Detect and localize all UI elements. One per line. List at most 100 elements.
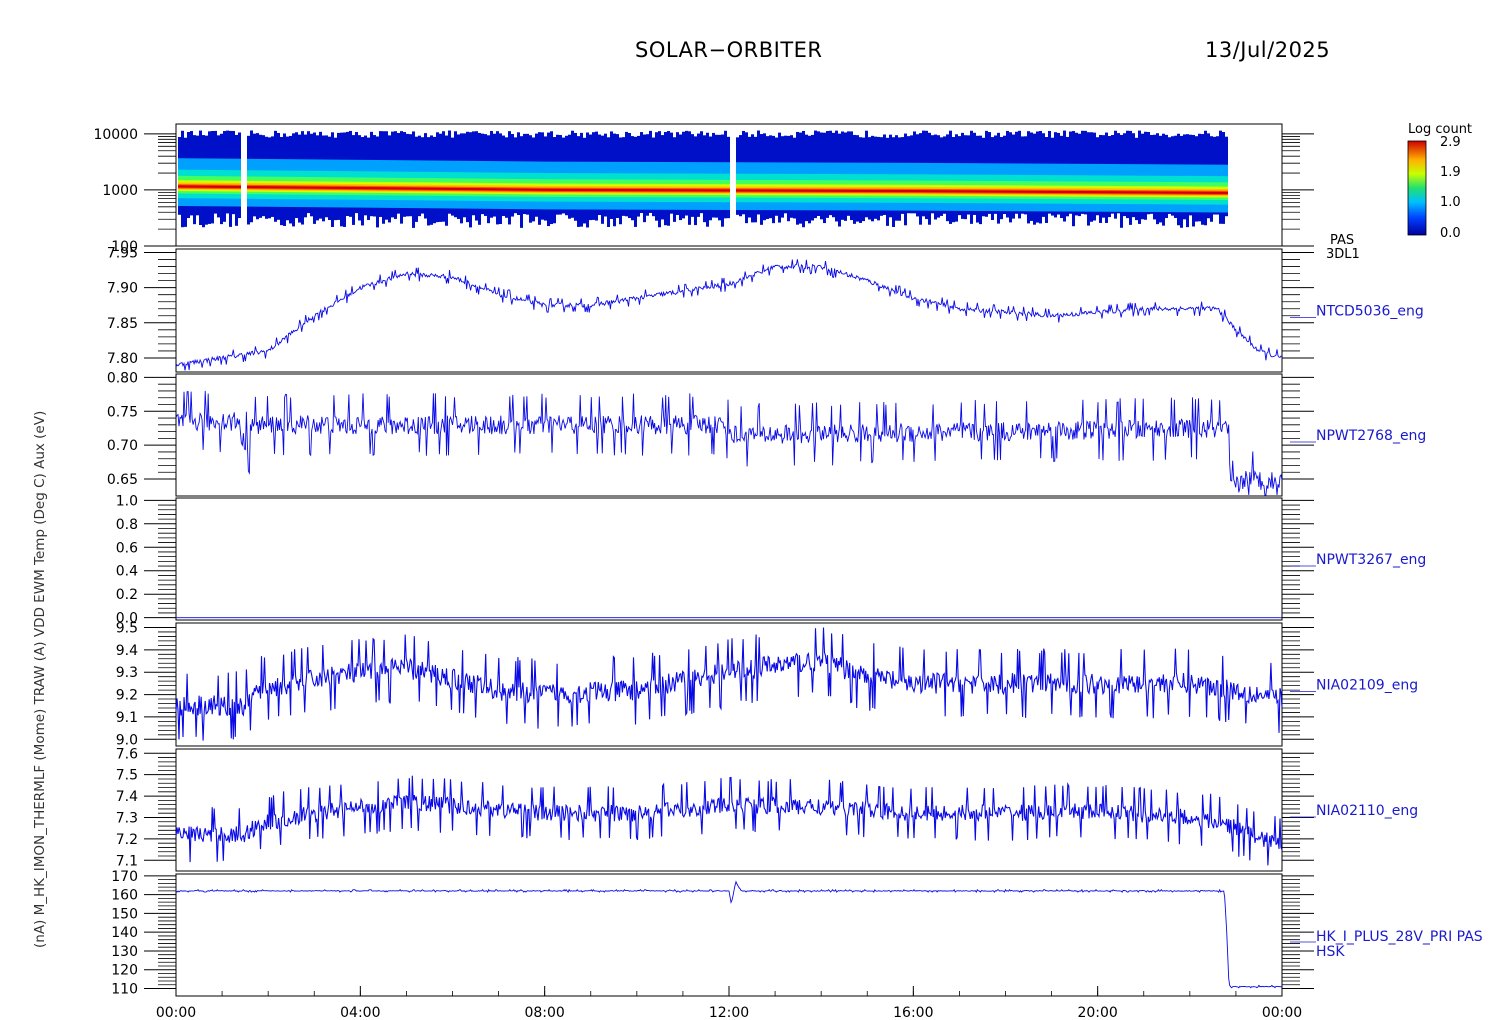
spectrogram-cell: [760, 189, 763, 192]
y-tick-label: 10000: [93, 127, 138, 143]
x-tick-label: 08:00: [524, 1005, 564, 1020]
spectrogram-cell: [427, 187, 430, 190]
spectrogram-cell: [373, 187, 376, 190]
spectrogram-cell: [1141, 191, 1144, 194]
y-tick-label: 7.4: [116, 789, 138, 805]
y-tick-label: 7.1: [116, 853, 138, 869]
x-tick-label: 00:00: [156, 1005, 196, 1020]
spectrogram: [178, 130, 1228, 228]
series-line: [175, 259, 1283, 371]
spectrogram-cell: [529, 188, 532, 191]
spectrogram-cell: [358, 186, 361, 190]
spectrogram-cell: [610, 188, 613, 192]
spectrogram-cell: [256, 186, 259, 189]
y-tick-label: 7.2: [116, 832, 138, 848]
spectrogram-cell: [361, 186, 364, 190]
spectrogram-cell: [493, 188, 496, 191]
spectrogram-cell: [853, 189, 856, 192]
spectrogram-cell: [1186, 191, 1189, 194]
spectrogram-cell: [775, 189, 778, 192]
spectrogram-cell: [322, 186, 325, 189]
spectrogram-cell: [1225, 191, 1228, 195]
spectrogram-cell: [1033, 190, 1036, 193]
y-tick-label: 9.3: [116, 665, 138, 681]
spectrogram-cell: [280, 186, 283, 189]
series-line: [175, 775, 1283, 866]
spectrogram-cell: [592, 188, 595, 192]
x-tick-label: 16:00: [893, 1005, 933, 1020]
spectrogram-cell: [388, 187, 391, 190]
spectrogram-cell: [370, 187, 373, 190]
spectrogram-cell: [271, 186, 274, 189]
spectrogram-cell: [874, 189, 877, 193]
spectrogram-cell: [946, 190, 949, 193]
spectrogram-cell: [466, 187, 469, 191]
spectrogram-cell: [763, 189, 766, 192]
spectrogram-cell: [1213, 191, 1216, 194]
spectrogram-cell: [472, 188, 475, 191]
spectrogram-cell: [931, 190, 934, 193]
spectrogram-cell: [283, 186, 286, 189]
spectrogram-cell: [301, 186, 304, 189]
series-line: [175, 880, 1283, 989]
spectrogram-cell: [394, 187, 397, 190]
panel-frame: [175, 497, 1283, 621]
spectrogram-cell: [439, 187, 442, 190]
spectrogram-cell: [454, 187, 457, 191]
spectrogram-cell: [451, 187, 454, 191]
panel-label: NIA02109_eng: [1316, 678, 1418, 694]
spectrogram-cell: [424, 187, 427, 190]
panel-label: PAS: [1330, 233, 1354, 248]
spectrogram-cell: [1105, 191, 1108, 194]
spectrogram-cell: [625, 189, 628, 192]
spectrogram-cell: [196, 185, 199, 188]
spectrogram-cell: [979, 190, 982, 193]
spectrogram-cell: [769, 189, 772, 192]
spectrogram-cell: [1084, 190, 1087, 194]
spectrogram-cell: [736, 189, 739, 192]
spectrogram-cell: [1120, 191, 1123, 194]
spectrogram-cell: [649, 189, 652, 192]
spectrogram-cell: [544, 188, 547, 191]
spectrogram-cell: [1183, 191, 1186, 194]
y-tick-label: 0.4: [116, 564, 138, 580]
spectrogram-cell: [685, 189, 688, 192]
spectrogram-cell: [916, 190, 919, 193]
spectrogram-cell: [295, 186, 298, 189]
spectrogram-cell: [793, 189, 796, 192]
spectrogram-cell: [178, 185, 181, 188]
spectrogram-cell: [1162, 191, 1165, 194]
spectrogram-cell: [1171, 191, 1174, 194]
spectrogram-cell: [616, 188, 619, 192]
spectrogram-cell: [721, 189, 724, 192]
spectrogram-cell: [910, 189, 913, 193]
spectrogram-cell: [319, 186, 322, 189]
spectrogram-cell: [193, 185, 196, 188]
spectrogram-cell: [757, 189, 760, 192]
spectrogram-cell: [277, 186, 280, 189]
spectrogram-cell: [727, 189, 730, 192]
spectrogram-cell: [325, 186, 328, 189]
spectrogram-cell: [661, 189, 664, 192]
spectrogram-cell: [811, 189, 814, 192]
spectrogram-cell: [367, 187, 370, 190]
spectrogram-cell: [532, 188, 535, 191]
spectrogram-cell: [1099, 191, 1102, 194]
spectrogram-cell: [898, 189, 901, 193]
spectrogram-cell: [877, 189, 880, 193]
y-tick-label: 0.65: [107, 472, 138, 488]
spectrogram-cell: [1180, 191, 1183, 194]
spectrogram-cell: [1051, 190, 1054, 193]
spectrogram-cell: [601, 188, 604, 192]
panel-label: NPWT2768_eng: [1316, 428, 1426, 444]
spectrogram-cell: [1090, 191, 1093, 194]
spectrogram-cell: [1198, 191, 1201, 194]
spectrogram-cell: [583, 188, 586, 192]
spectrogram-cell: [1027, 190, 1030, 193]
spectrogram-cell: [829, 189, 832, 192]
spectrogram-cell: [403, 187, 406, 190]
spectrogram-cell: [970, 190, 973, 193]
spectrogram-cell: [436, 187, 439, 190]
spectrogram-cell: [655, 189, 658, 192]
spectrogram-cell: [1195, 191, 1198, 194]
